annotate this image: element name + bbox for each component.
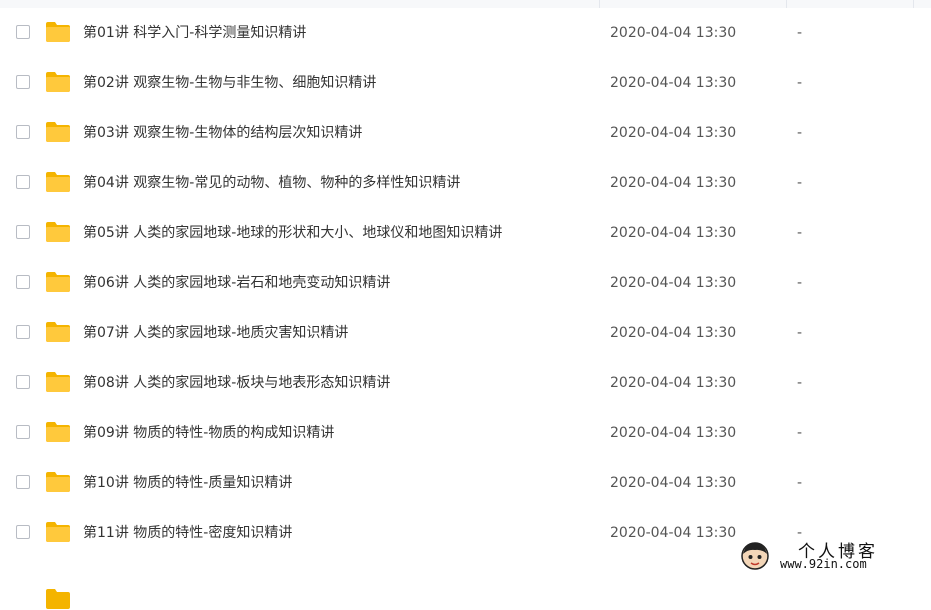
file-size: - <box>797 325 803 341</box>
checkbox-icon[interactable] <box>16 75 30 89</box>
column-header <box>0 0 931 8</box>
file-name[interactable]: 第07讲 人类的家园地球-地质灾害知识精讲 <box>83 308 348 358</box>
checkbox-icon[interactable] <box>16 225 30 239</box>
file-name[interactable]: 第05讲 人类的家园地球-地球的形状和大小、地球仪和地图知识精讲 <box>83 208 502 258</box>
column-divider-size[interactable] <box>786 0 787 8</box>
watermark: 个人博客 www.92in.com <box>738 537 928 577</box>
column-divider-date[interactable] <box>599 0 600 8</box>
file-name[interactable]: 第02讲 观察生物-生物与非生物、细胞知识精讲 <box>83 58 376 108</box>
file-row[interactable]: 第08讲 人类的家园地球-板块与地表形态知识精讲 2020-04-04 13:3… <box>0 358 931 408</box>
checkbox-icon[interactable] <box>16 175 30 189</box>
folder-icon <box>46 172 70 192</box>
checkbox-icon[interactable] <box>16 325 30 339</box>
file-modified-date: 2020-04-04 13:30 <box>610 275 737 291</box>
file-modified-date: 2020-04-04 13:30 <box>610 75 737 91</box>
checkbox-icon[interactable] <box>16 25 30 39</box>
folder-icon <box>46 472 70 492</box>
file-row[interactable]: 第04讲 观察生物-常见的动物、植物、物种的多样性知识精讲 2020-04-04… <box>0 158 931 208</box>
file-row[interactable]: 第03讲 观察生物-生物体的结构层次知识精讲 2020-04-04 13:30 … <box>0 108 931 158</box>
file-modified-date: 2020-04-04 13:30 <box>610 475 737 491</box>
file-name[interactable]: 第04讲 观察生物-常见的动物、植物、物种的多样性知识精讲 <box>83 158 460 208</box>
file-row[interactable]: 第05讲 人类的家园地球-地球的形状和大小、地球仪和地图知识精讲 2020-04… <box>0 208 931 258</box>
column-divider-end[interactable] <box>913 0 914 8</box>
file-modified-date: 2020-04-04 13:30 <box>610 225 737 241</box>
checkbox-icon[interactable] <box>16 125 30 139</box>
file-name[interactable]: 第08讲 人类的家园地球-板块与地表形态知识精讲 <box>83 358 390 408</box>
file-size: - <box>797 475 803 491</box>
folder-icon <box>46 589 70 609</box>
file-modified-date: 2020-04-04 13:30 <box>610 325 737 341</box>
folder-icon <box>46 22 70 42</box>
file-row[interactable]: 第10讲 物质的特性-质量知识精讲 2020-04-04 13:30 - <box>0 458 931 508</box>
checkbox-icon[interactable] <box>16 425 30 439</box>
checkbox-icon[interactable] <box>16 275 30 289</box>
watermark-url: www.92in.com <box>780 557 867 571</box>
checkbox-icon[interactable] <box>16 525 30 539</box>
file-name[interactable]: 第03讲 观察生物-生物体的结构层次知识精讲 <box>83 108 362 158</box>
file-modified-date: 2020-04-04 13:30 <box>610 175 737 191</box>
file-modified-date: 2020-04-04 13:30 <box>610 375 737 391</box>
folder-icon <box>46 272 70 292</box>
file-size: - <box>797 75 803 91</box>
file-size: - <box>797 25 803 41</box>
file-name[interactable]: 第11讲 物质的特性-密度知识精讲 <box>83 508 292 558</box>
file-modified-date: 2020-04-04 13:30 <box>610 425 737 441</box>
folder-icon <box>46 322 70 342</box>
file-size: - <box>797 225 803 241</box>
folder-icon <box>46 72 70 92</box>
file-row[interactable]: 第07讲 人类的家园地球-地质灾害知识精讲 2020-04-04 13:30 - <box>0 308 931 358</box>
file-name[interactable]: 第10讲 物质的特性-质量知识精讲 <box>83 458 292 508</box>
file-size: - <box>797 175 803 191</box>
folder-icon <box>46 372 70 392</box>
avatar-icon <box>741 542 769 570</box>
checkbox-icon[interactable] <box>16 475 30 489</box>
file-row[interactable]: 第09讲 物质的特性-物质的构成知识精讲 2020-04-04 13:30 - <box>0 408 931 458</box>
file-row[interactable]: 第01讲 科学入门-科学测量知识精讲 2020-04-04 13:30 - <box>0 8 931 58</box>
file-name[interactable]: 第09讲 物质的特性-物质的构成知识精讲 <box>83 408 334 458</box>
file-size: - <box>797 125 803 141</box>
file-modified-date: 2020-04-04 13:30 <box>610 25 737 41</box>
folder-icon <box>46 122 70 142</box>
checkbox-icon[interactable] <box>16 375 30 389</box>
folder-icon <box>46 522 70 542</box>
folder-icon <box>46 422 70 442</box>
file-list: 第01讲 科学入门-科学测量知识精讲 2020-04-04 13:30 - 第0… <box>0 8 931 609</box>
file-row[interactable]: 第06讲 人类的家园地球-岩石和地壳变动知识精讲 2020-04-04 13:3… <box>0 258 931 308</box>
file-name[interactable]: 第06讲 人类的家园地球-岩石和地壳变动知识精讲 <box>83 258 390 308</box>
folder-icon <box>46 222 70 242</box>
file-name[interactable]: 第01讲 科学入门-科学测量知识精讲 <box>83 8 306 58</box>
file-row[interactable]: 第02讲 观察生物-生物与非生物、细胞知识精讲 2020-04-04 13:30… <box>0 58 931 108</box>
file-modified-date: 2020-04-04 13:30 <box>610 525 737 541</box>
file-size: - <box>797 375 803 391</box>
file-size: - <box>797 275 803 291</box>
file-size: - <box>797 425 803 441</box>
file-modified-date: 2020-04-04 13:30 <box>610 125 737 141</box>
